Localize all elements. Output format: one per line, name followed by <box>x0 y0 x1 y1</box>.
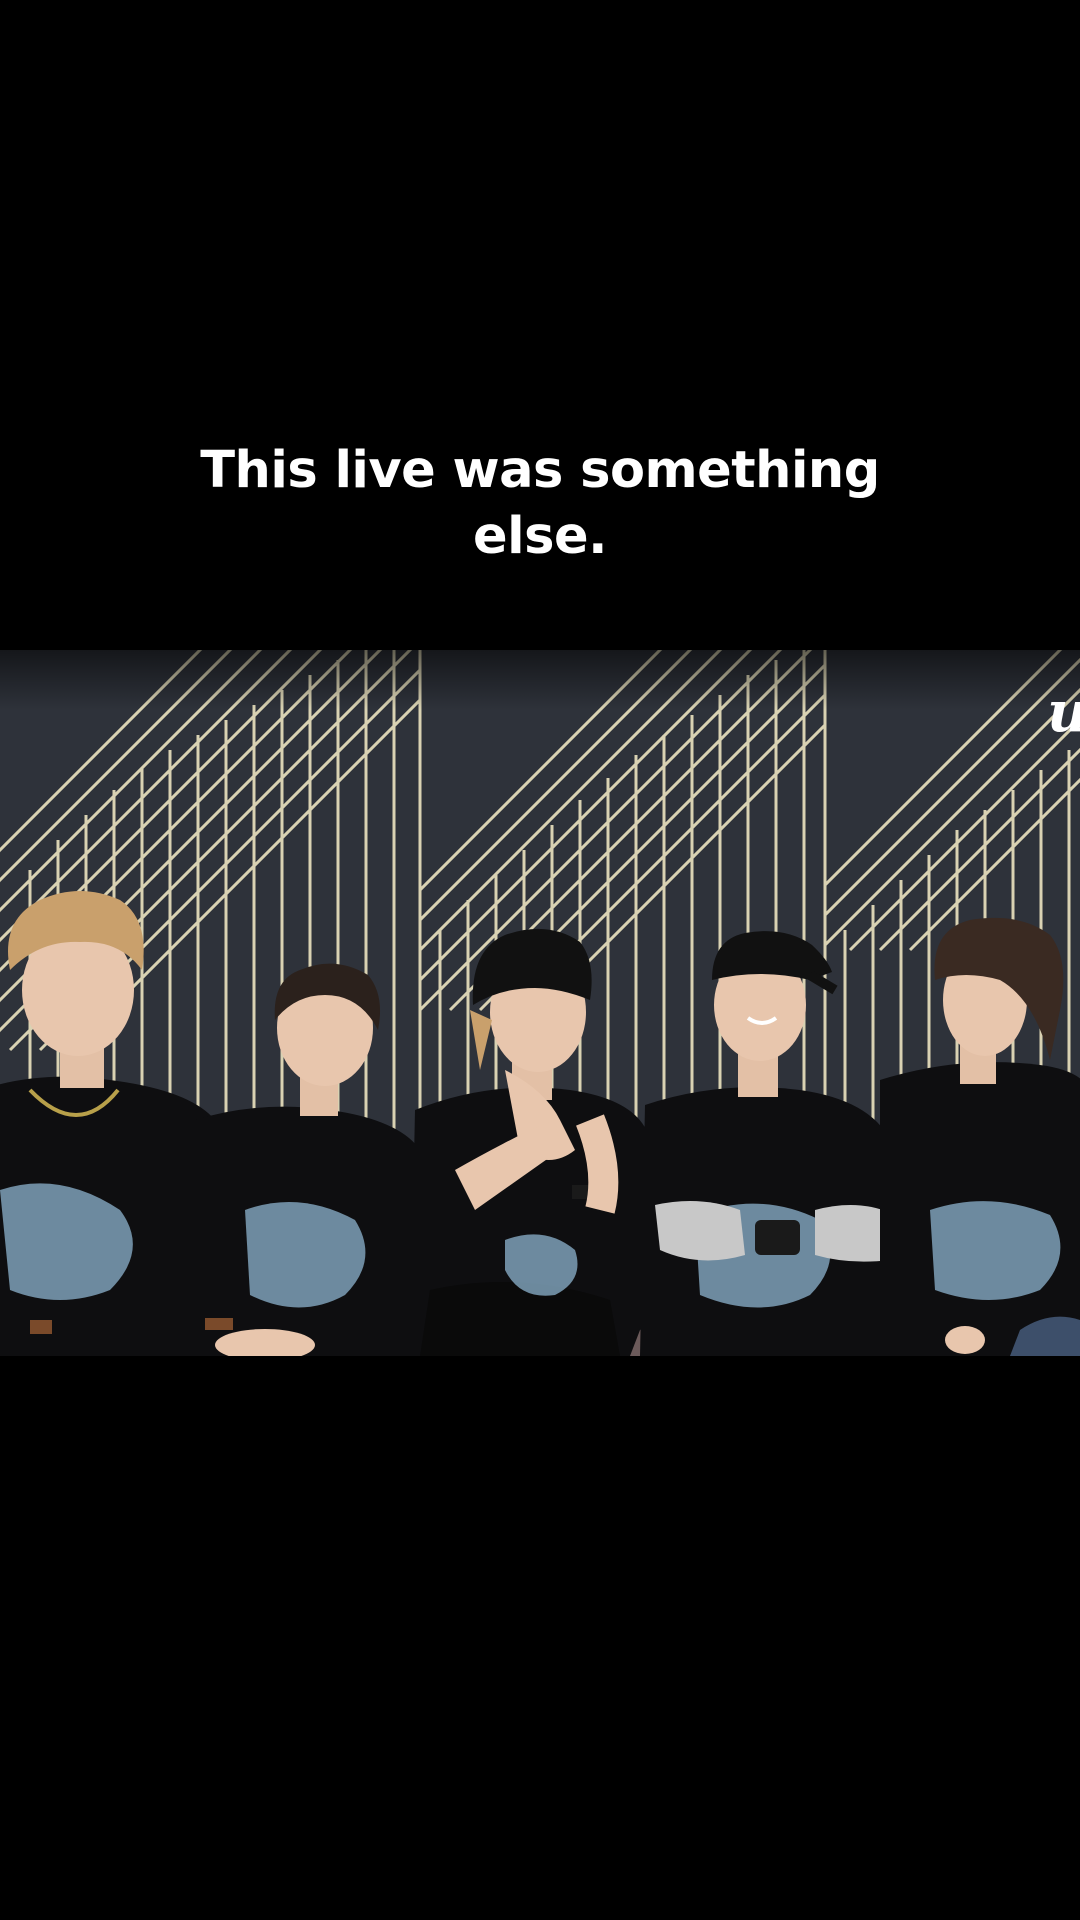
broadcast-logo-mark: u <box>1047 684 1080 740</box>
video-scene <box>0 650 1080 1356</box>
video-frame[interactable]: u <box>0 650 1080 1356</box>
caption-text: This live was something else. <box>200 441 880 566</box>
bottom-letterbox <box>0 1356 1080 1920</box>
